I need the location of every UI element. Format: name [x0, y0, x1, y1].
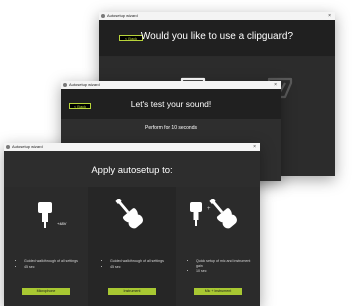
mic-plus-instrument-button[interactable]: Mic + instrument [194, 288, 242, 295]
window-title: Autosetup wizard [12, 144, 43, 149]
plus-sign: + [207, 206, 211, 212]
microphone-button[interactable]: Microphone [22, 288, 70, 295]
instruction-text: Perform for 10 seconds [145, 125, 197, 131]
header: Apply autosetup to: [4, 151, 260, 187]
option-instrument[interactable]: Guided walkthrough of all settings 45 se… [90, 187, 174, 306]
option-description: Quick setup of mic and instrument gain 1… [190, 259, 252, 275]
mic-plus-guitar-icon [176, 197, 260, 233]
instrument-button[interactable]: Instrument [108, 288, 156, 295]
app-icon [63, 83, 67, 87]
close-icon[interactable]: × [274, 81, 277, 89]
list-item: 10 sec [196, 269, 252, 274]
list-item: 45 sec [24, 265, 80, 270]
option-microphone[interactable]: +48V Guided walkthrough of all settings … [4, 187, 88, 306]
list-item: Guided walkthrough of all settings [24, 259, 80, 264]
autosetup-options: +48V Guided walkthrough of all settings … [4, 187, 260, 306]
app-icon [101, 14, 105, 18]
window-title: Autosetup wizard [69, 82, 100, 87]
header: < Back Would you like to use a clipguard… [99, 20, 335, 56]
guitar-icon [90, 197, 174, 233]
page-title: Apply autosetup to: [91, 165, 173, 176]
phantom-power-badge: +48V [57, 221, 67, 226]
close-icon[interactable]: × [253, 143, 256, 151]
page-title: Let's test your sound! [130, 99, 212, 109]
list-item: Quick setup of mic and instrument gain [196, 259, 252, 268]
microphone-icon [4, 199, 88, 233]
page-title: Would you like to use a clipguard? [140, 31, 294, 42]
app-icon [6, 145, 10, 149]
list-item: 45 sec [110, 265, 166, 270]
wizard-window-apply-autosetup: Autosetup wizard × Apply autosetup to: +… [4, 143, 260, 306]
header: < Back Let's test your sound! [61, 89, 281, 119]
option-description: Guided walkthrough of all settings 45 se… [18, 259, 80, 270]
window-title: Autosetup wizard [107, 13, 138, 18]
option-description: Guided walkthrough of all settings 45 se… [104, 259, 166, 270]
close-icon[interactable]: × [328, 12, 331, 20]
option-mic-plus-instrument[interactable]: + Quick setup of mic and instrument gain… [176, 187, 260, 306]
list-item: Guided walkthrough of all settings [110, 259, 166, 264]
